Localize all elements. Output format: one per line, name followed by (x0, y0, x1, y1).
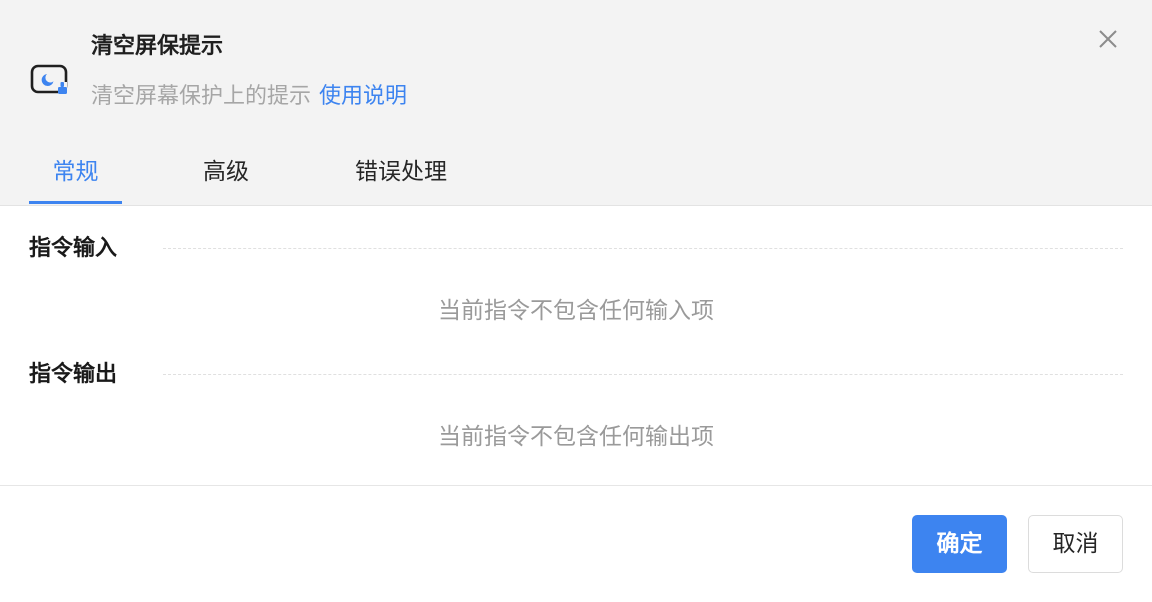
input-empty-text: 当前指令不包含任何输入项 (438, 298, 714, 324)
dialog-subtitle: 清空屏幕保护上的提示 使用说明 (91, 82, 407, 112)
tab-advanced-label: 高级 (203, 159, 249, 185)
active-tab-indicator (29, 201, 122, 204)
section-divider-output (163, 374, 1123, 375)
confirm-button[interactable]: 确定 (912, 515, 1007, 573)
tab-general-label: 常规 (52, 159, 99, 185)
tab-error-handling-label: 错误处理 (355, 159, 447, 185)
clear-screensaver-dialog: 清空屏保提示 清空屏幕保护上的提示 使用说明 常规 高级 错误处理 指令输入 当前… (0, 0, 1152, 602)
help-link[interactable]: 使用说明 (319, 84, 407, 109)
tab-general[interactable]: 常规 (29, 150, 122, 206)
dialog-title: 清空屏保提示 (91, 34, 224, 59)
dialog-header: 清空屏保提示 清空屏幕保护上的提示 使用说明 常规 高级 错误处理 (0, 0, 1152, 206)
screensaver-clear-icon (30, 63, 70, 99)
tab-advanced[interactable]: 高级 (180, 150, 272, 206)
section-divider-input (163, 248, 1123, 249)
footer-divider (0, 485, 1152, 486)
close-icon[interactable] (1093, 24, 1123, 54)
dialog-description: 清空屏幕保护上的提示 (91, 84, 312, 109)
section-title-output: 指令输出 (29, 362, 118, 387)
section-title-input: 指令输入 (29, 236, 118, 261)
tab-bar: 常规 高级 错误处理 (0, 150, 1152, 206)
tab-error-handling[interactable]: 错误处理 (340, 150, 462, 206)
output-empty-text: 当前指令不包含任何输出项 (438, 424, 714, 450)
cancel-button[interactable]: 取消 (1028, 515, 1123, 573)
